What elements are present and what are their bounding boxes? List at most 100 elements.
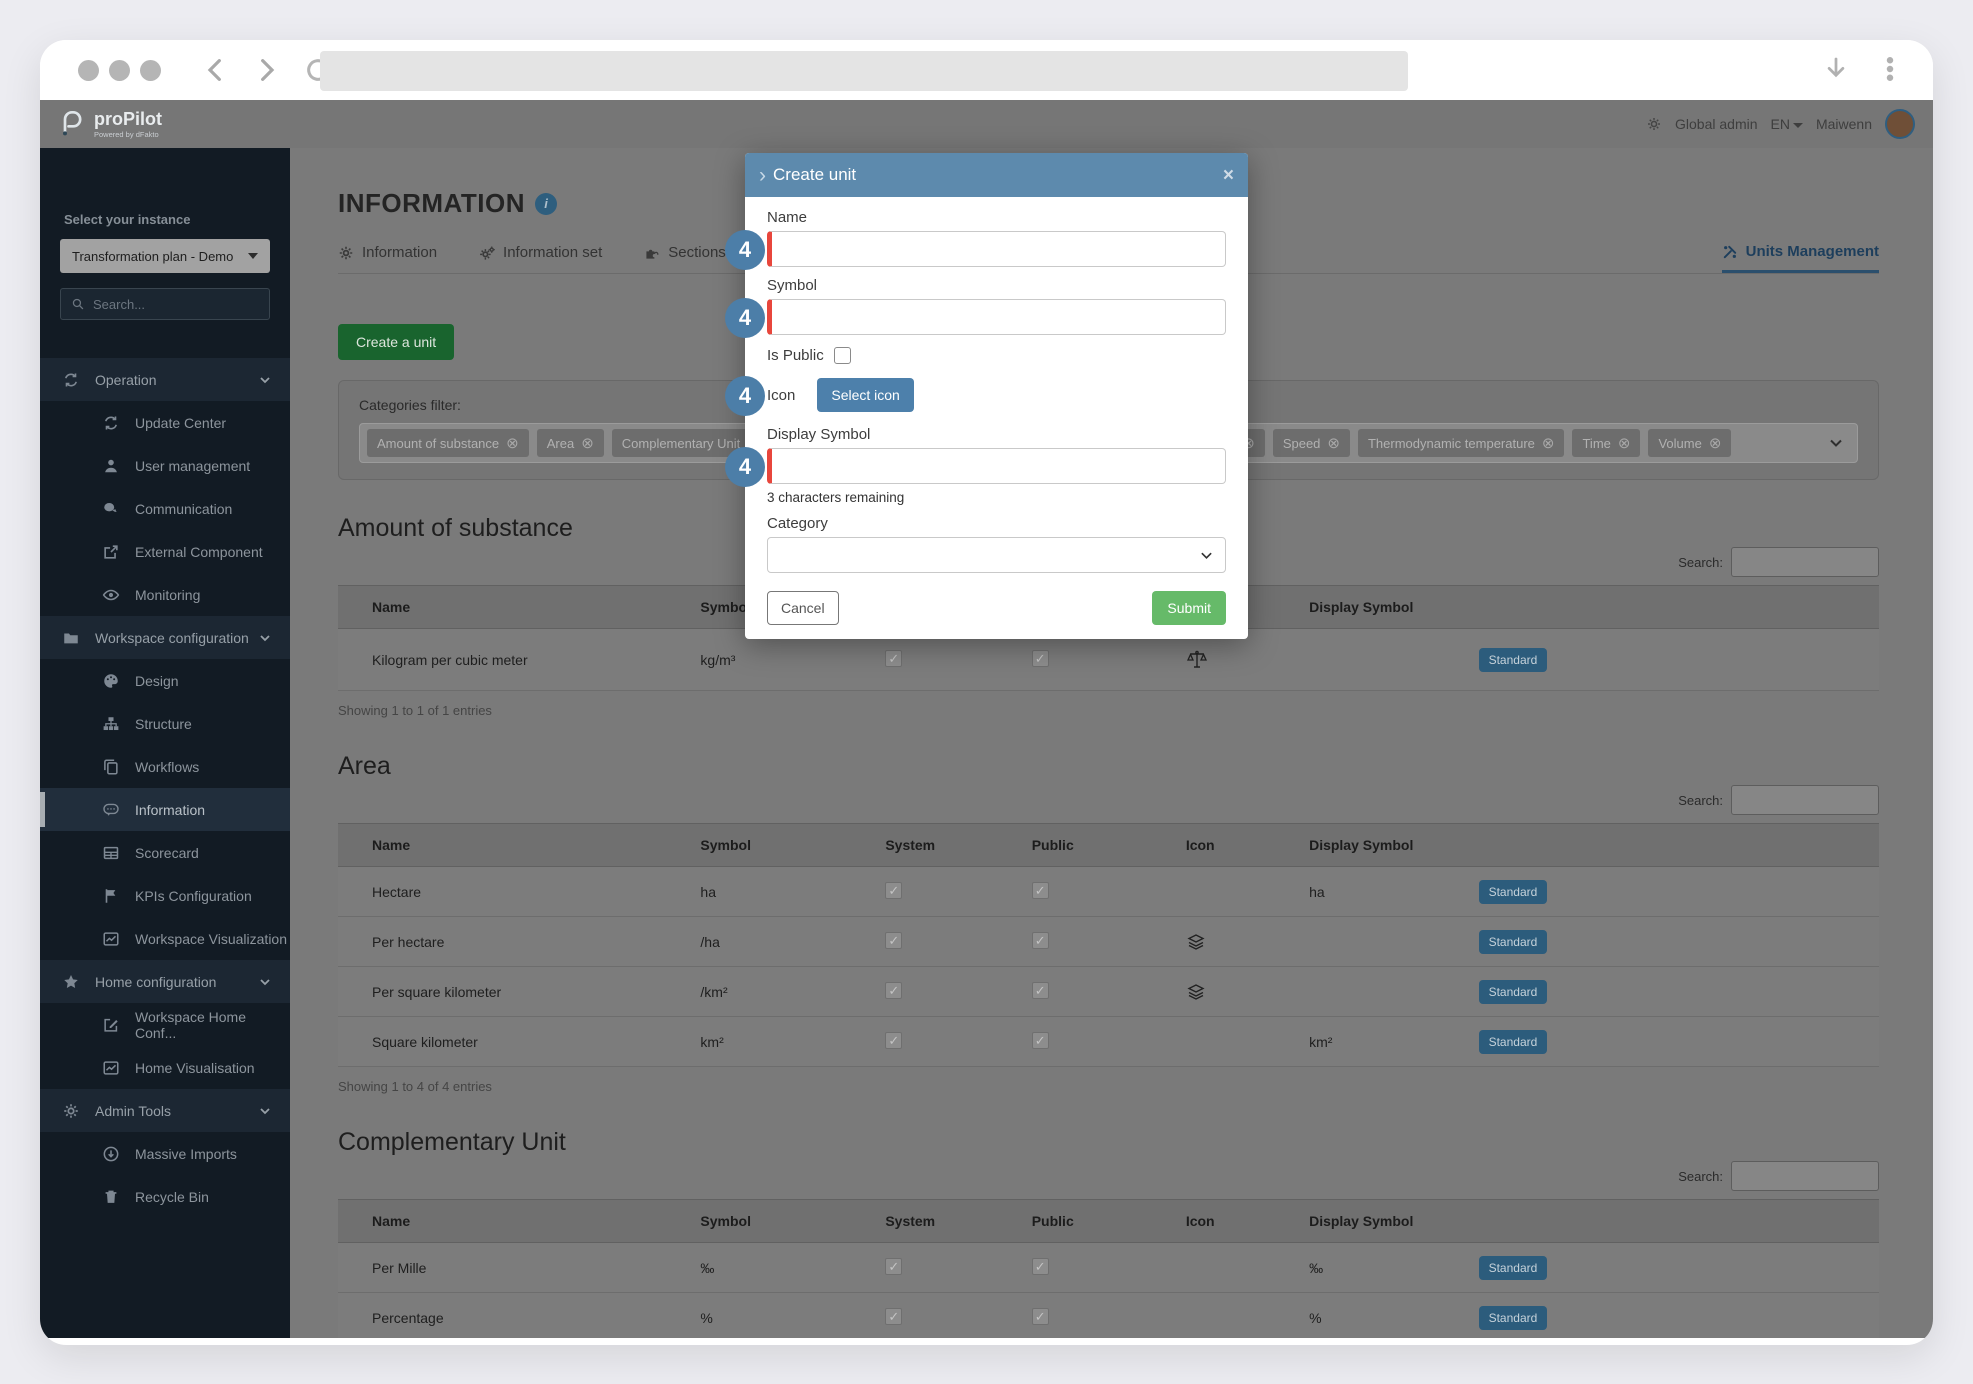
sidebar-item-kpis-configuration[interactable]: KPIs Configuration [40, 874, 290, 917]
create-unit-modal: › Create unit × Name 4 Symbol 4 Is Publi… [745, 153, 1248, 639]
cancel-button[interactable]: Cancel [767, 591, 839, 625]
external-icon [102, 543, 120, 561]
chevron-down-icon [260, 977, 270, 987]
sidebar-item-workflows[interactable]: Workflows [40, 745, 290, 788]
gears-icon [479, 245, 495, 261]
tab-information-set[interactable]: Information set [479, 244, 602, 273]
sidebar-item-design[interactable]: Design [40, 659, 290, 702]
symbol-field[interactable] [767, 299, 1226, 335]
filter-tag: Area⊗ [537, 429, 604, 457]
scales-icon [1186, 649, 1293, 671]
remove-tag-icon[interactable]: ⊗ [1618, 436, 1631, 451]
remove-tag-icon[interactable]: ⊗ [506, 436, 519, 451]
sidebar-item-workspace-home-conf[interactable]: Workspace Home Conf... [40, 1003, 290, 1046]
name-field[interactable] [767, 231, 1226, 267]
standard-badge: Standard [1479, 980, 1548, 1004]
checkbox-checked[interactable] [1032, 1308, 1049, 1325]
table-row: Per Mille ‰ ‰ Standard [338, 1243, 1879, 1293]
checkbox-checked[interactable] [1032, 982, 1049, 999]
filter-tag: Speed⊗ [1273, 429, 1350, 457]
checkbox-checked[interactable] [1032, 882, 1049, 899]
sidebar-item-user-management[interactable]: User management [40, 444, 290, 487]
sidebar-item-workspace-configuration[interactable]: Workspace configuration [40, 616, 290, 659]
sidebar-item-home-visualisation[interactable]: Home Visualisation [40, 1046, 290, 1089]
sidebar-item-home-configuration[interactable]: Home configuration [40, 960, 290, 1003]
sidebar-item-communication[interactable]: Communication [40, 487, 290, 530]
sidebar-item-admin-tools[interactable]: Admin Tools [40, 1089, 290, 1132]
remove-tag-icon[interactable]: ⊗ [1542, 436, 1555, 451]
screenshot-stage: proPilot Powered by dFakto Global admin … [0, 0, 1973, 1384]
remove-tag-icon[interactable]: ⊗ [1327, 436, 1340, 451]
forward-icon[interactable] [250, 54, 282, 86]
checkbox-checked[interactable] [1032, 1032, 1049, 1049]
sync-icon [62, 371, 80, 389]
step-annotation: 4 [725, 298, 765, 338]
sidebar-nav: Operation Update Center User management [40, 358, 290, 1218]
flag-icon [102, 887, 120, 905]
checkbox-checked[interactable] [885, 650, 902, 667]
instance-select[interactable]: Transformation plan - Demo [60, 239, 270, 273]
sidebar-item-information[interactable]: Information [40, 788, 290, 831]
select-icon-button[interactable]: Select icon [817, 378, 913, 412]
sidebar-item-workspace-visualization[interactable]: Workspace Visualization [40, 917, 290, 960]
chart-icon [102, 930, 120, 948]
units-table: Name Symbol System Public Icon Display S… [338, 823, 1879, 1067]
download-icon[interactable] [1821, 54, 1851, 84]
close-icon[interactable]: × [1223, 166, 1234, 185]
gear-icon [62, 1102, 80, 1120]
category-select[interactable] [767, 537, 1226, 573]
section-search-input[interactable] [1731, 547, 1879, 577]
sidebar-item-structure[interactable]: Structure [40, 702, 290, 745]
username[interactable]: Maiwenn [1816, 116, 1872, 132]
chevron-down-icon [260, 1106, 270, 1116]
sidebar-search-input[interactable] [93, 297, 259, 312]
sidebar-item-scorecard[interactable]: Scorecard [40, 831, 290, 874]
tab-units-management[interactable]: Units Management [1722, 243, 1879, 273]
global-admin-button[interactable]: Global admin [1675, 116, 1758, 132]
checkbox-checked[interactable] [885, 882, 902, 899]
remove-tag-icon[interactable]: ⊗ [581, 436, 594, 451]
checkbox-checked[interactable] [1032, 650, 1049, 667]
sidebar-item-operation[interactable]: Operation [40, 358, 290, 401]
avatar[interactable] [1885, 109, 1915, 139]
sidebar-item-update-center[interactable]: Update Center [40, 401, 290, 444]
remove-tag-icon[interactable]: ⊗ [1709, 436, 1722, 451]
name-label: Name [767, 209, 1226, 226]
url-bar[interactable] [320, 51, 1408, 91]
sidebar-item-external-component[interactable]: External Component [40, 530, 290, 573]
tab-information[interactable]: Information [338, 244, 437, 273]
checkbox-checked[interactable] [1032, 1258, 1049, 1275]
chevron-right-icon: › [759, 165, 766, 186]
sidebar-item-massive-imports[interactable]: Massive Imports [40, 1132, 290, 1175]
logo[interactable]: proPilot Powered by dFakto [58, 110, 162, 139]
symbol-label: Symbol [767, 277, 1226, 294]
back-icon[interactable] [200, 54, 232, 86]
section-title: Complementary Unit [338, 1128, 1879, 1157]
checkbox-checked[interactable] [885, 982, 902, 999]
sidebar: Select your instance Transformation plan… [40, 148, 290, 1338]
sidebar-item-recycle-bin[interactable]: Recycle Bin [40, 1175, 290, 1218]
checkbox-checked[interactable] [885, 1032, 902, 1049]
language-selector[interactable]: EN [1771, 116, 1803, 132]
info-icon[interactable]: i [535, 193, 557, 215]
col-header: Public [1024, 824, 1178, 867]
sidebar-item-monitoring[interactable]: Monitoring [40, 573, 290, 616]
browser-menu-icon[interactable] [1875, 54, 1905, 84]
col-header: Icon [1178, 824, 1301, 867]
checkbox-checked[interactable] [1032, 932, 1049, 949]
display-symbol-field[interactable] [767, 448, 1226, 484]
col-header: System [877, 1200, 1023, 1243]
chevron-down-icon[interactable] [1829, 436, 1843, 450]
section-search-input[interactable] [1731, 1161, 1879, 1191]
tab-sections[interactable]: Sections [644, 244, 726, 273]
section-search-input[interactable] [1731, 785, 1879, 815]
user-icon [102, 457, 120, 475]
submit-button[interactable]: Submit [1152, 591, 1226, 625]
is-public-checkbox[interactable] [834, 347, 851, 364]
step-annotation: 4 [725, 376, 765, 416]
checkbox-checked[interactable] [885, 1308, 902, 1325]
category-label: Category [767, 515, 1226, 532]
create-unit-button[interactable]: Create a unit [338, 324, 454, 360]
checkbox-checked[interactable] [885, 932, 902, 949]
checkbox-checked[interactable] [885, 1258, 902, 1275]
